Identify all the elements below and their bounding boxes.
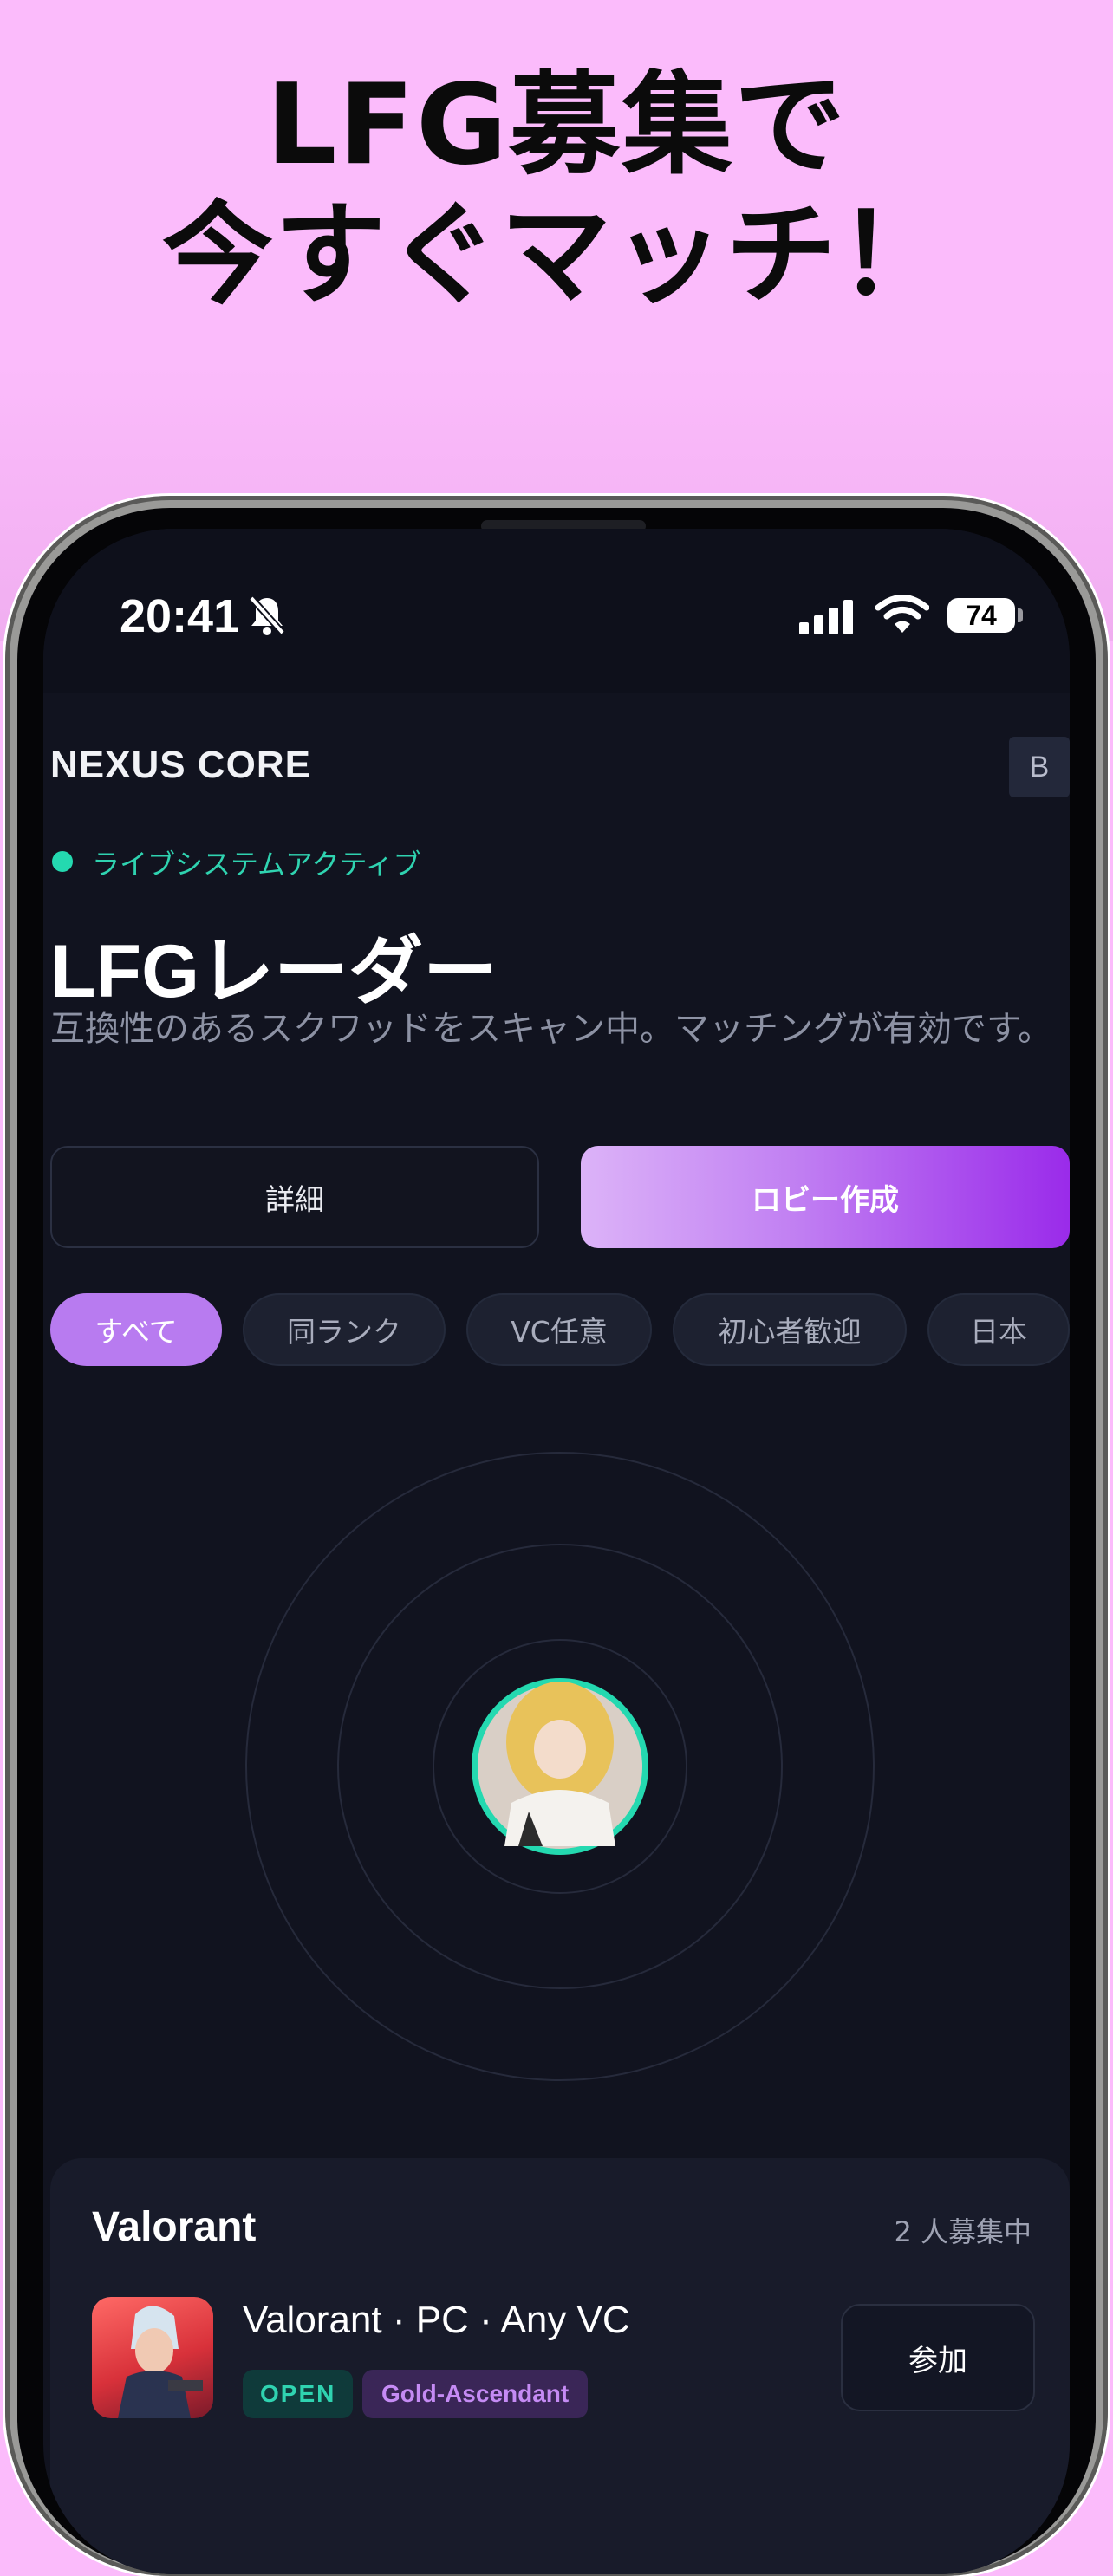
promo-title-line-2: 今すぐマッチ！ [161,191,951,320]
wifi-icon [875,595,930,638]
lfg-radar [43,1395,1070,2141]
lobby-rank-tag: Gold-Ascendant [362,2370,589,2418]
status-bar: 20:41 74 [43,529,1070,693]
lobby-recruit-count: 2 人募集中 [894,2215,1032,2248]
filter-chip-same-rank[interactable]: 同ランク [243,1293,446,1366]
live-status-label: ライブシステムアクティブ [92,848,421,881]
profile-avatar-button[interactable]: B [1009,737,1070,797]
game-thumbnail [92,2297,213,2418]
page-subtitle: 互換性のあるスクワッドをスキャン中。マッチングが有効です。 [50,1009,1052,1049]
phone-screen: 20:41 74 NEXUS CORE B ライブシステムアクティブ LFGレー… [43,529,1070,2574]
app-name: NEXUS CORE [50,744,311,786]
details-button[interactable]: 詳細 [50,1146,539,1248]
lobby-status-tag: OPEN [243,2370,354,2418]
status-time: 20:41 [120,590,240,642]
promo-title-line-1: LFG募集で [265,61,848,190]
battery-tip [1018,608,1023,622]
filter-chip-japan[interactable]: 日本 [928,1293,1070,1366]
filter-chip-beginner-welcome[interactable]: 初心者歓迎 [673,1293,907,1366]
live-status-dot [52,851,73,872]
battery-icon: 74 [947,598,1015,633]
lobby-card[interactable]: Valorant 2 人募集中 Valorant · PC · Any VC O… [50,2158,1070,2574]
battery-level: 74 [966,599,997,631]
filter-chip-vc-optional[interactable]: VC任意 [466,1293,652,1366]
promo-title: LFG募集で 今すぐマッチ！ [0,61,1113,321]
join-button[interactable]: 参加 [841,2304,1035,2411]
lobby-details: Valorant · PC · Any VC [243,2299,630,2341]
filter-chip-all[interactable]: すべて [50,1293,222,1366]
signal-icon [797,600,858,638]
lobby-game-title: Valorant [92,2204,257,2250]
create-lobby-button[interactable]: ロビー作成 [581,1146,1070,1248]
radar-center-avatar [472,1678,648,1855]
bell-muted-icon [248,595,286,640]
